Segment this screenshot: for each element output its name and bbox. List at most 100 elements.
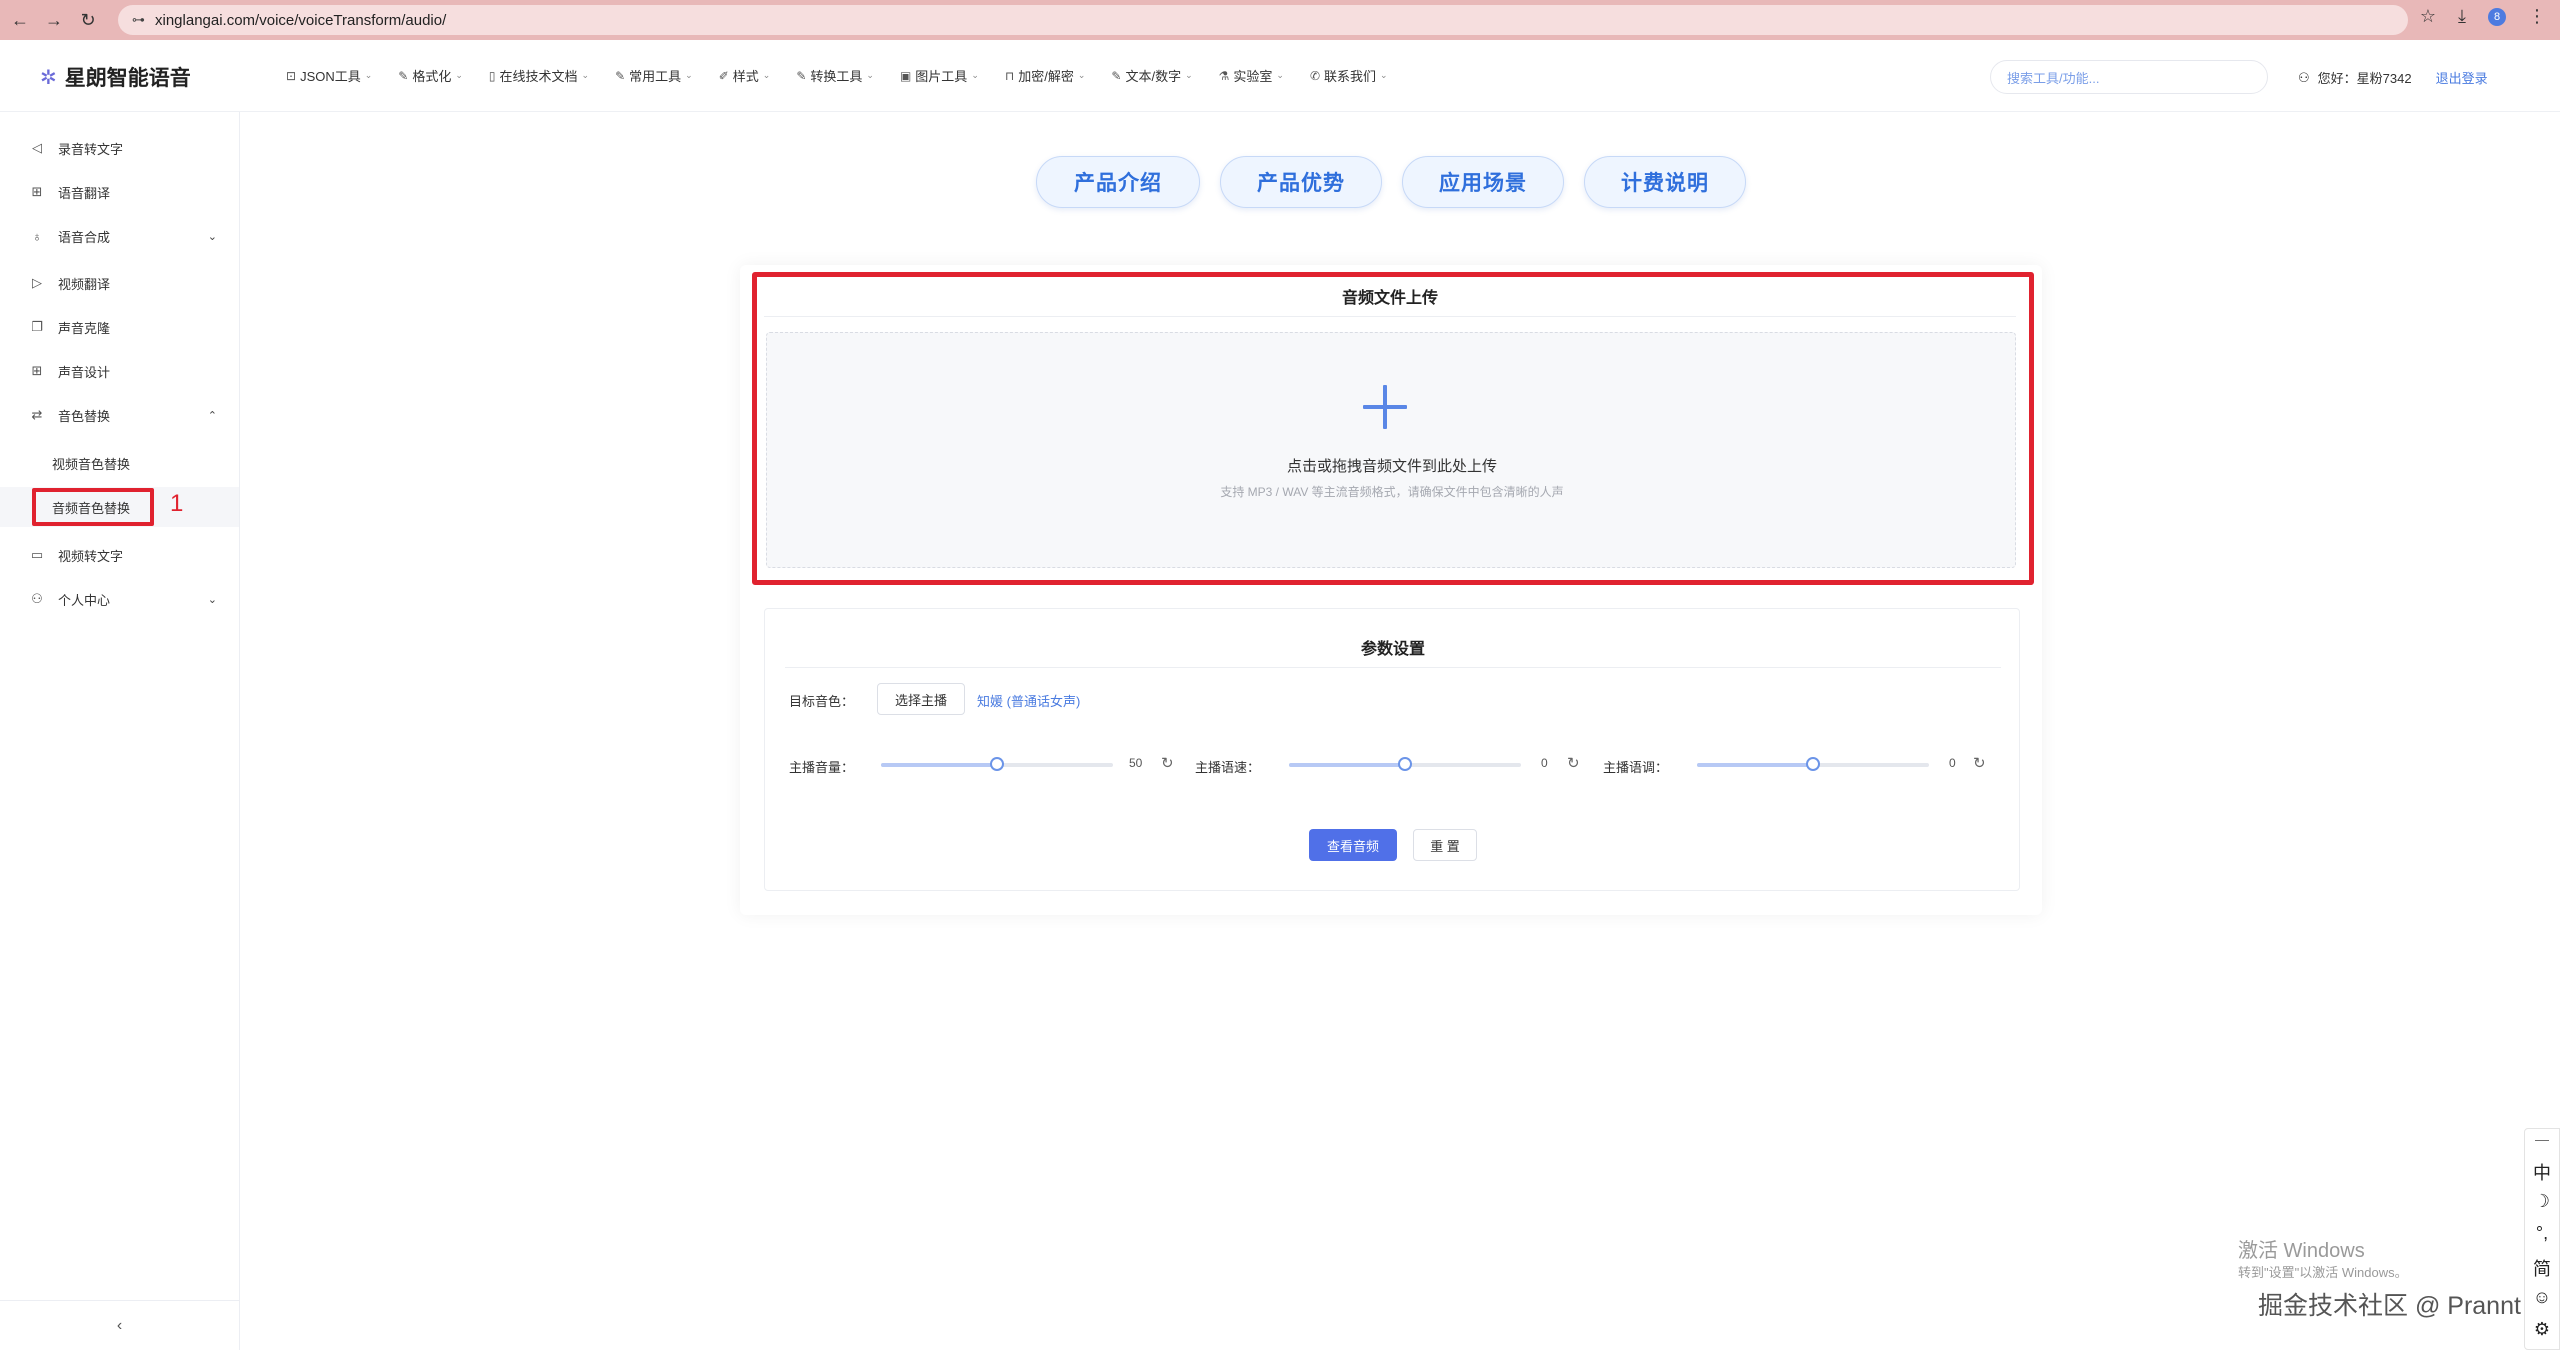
user-icon: ⚇ [2298, 69, 2310, 85]
chevron-down-icon: ⌄ [1276, 70, 1284, 80]
chevron-down-icon: ⌄ [1077, 70, 1086, 80]
chevron-down-icon: ⌄ [581, 70, 590, 80]
volume-reset-icon[interactable]: ↻ [1161, 754, 1174, 772]
sidebar-item-video-to-text[interactable]: ▭ 视频转文字 [0, 535, 239, 575]
copy-icon: ❐ [31, 319, 43, 334]
reload-icon[interactable]: ↻ [74, 6, 102, 34]
logout-link[interactable]: 退出登录 [2436, 68, 2488, 87]
sidebar-item-video-translate[interactable]: ▷ 视频翻译 [0, 263, 239, 303]
pitch-reset-icon[interactable]: ↻ [1973, 754, 1986, 772]
browser-menu-icon[interactable]: ⋮ [2528, 6, 2546, 27]
ime-minimize-icon[interactable]: — [2525, 1131, 2559, 1147]
menu-tech-docs[interactable]: ▯ 在线技术文档 ⌄ [489, 66, 589, 85]
ime-simplified[interactable]: 简 [2525, 1255, 2559, 1281]
speed-reset-icon[interactable]: ↻ [1567, 754, 1580, 772]
chevron-down-icon: ⌄ [1380, 70, 1388, 80]
sidebar-collapse-button[interactable]: ‹ [0, 1300, 239, 1350]
chevron-down-icon: ⌄ [685, 70, 693, 80]
tab-use-cases[interactable]: 应用场景 [1402, 156, 1564, 208]
document-icon: ▯ [488, 68, 496, 83]
windows-activation-title: 激活 Windows [2238, 1240, 2365, 1262]
speaker-icon: ◁ [32, 140, 42, 155]
slider-handle[interactable] [990, 757, 1004, 771]
menu-format[interactable]: ✎ 格式化 ⌄ [398, 66, 463, 85]
chevron-down-icon: ⌄ [207, 593, 217, 606]
translate-icon: ⊞ [31, 184, 43, 199]
edit-icon: ✎ [398, 68, 409, 83]
menu-convert-tools[interactable]: ✎ 转换工具 ⌄ [796, 66, 874, 85]
slider-fill [881, 763, 997, 767]
reset-button[interactable]: 重 置 [1413, 829, 1477, 861]
emoji-icon[interactable]: ☺ [2525, 1287, 2559, 1308]
address-bar[interactable]: ⊶ xinglangai.com/voice/voiceTransform/au… [118, 5, 2408, 35]
site-info-icon[interactable]: ⊶ [132, 12, 145, 28]
image-icon: ▣ [899, 68, 912, 83]
phone-icon: ✆ [1309, 68, 1321, 83]
swap-icon: ⇄ [31, 407, 43, 422]
sidebar-item-recording-to-text[interactable]: ◁ 录音转文字 [0, 128, 239, 168]
annotation-highlight-upload [752, 272, 2034, 585]
bookmark-star-icon[interactable]: ☆ [2420, 6, 2436, 27]
tab-product-intro[interactable]: 产品介绍 [1036, 156, 1200, 208]
edit-icon: ✎ [615, 68, 626, 83]
sidebar-item-voice-translate[interactable]: ⊞ 语音翻译 [0, 172, 239, 212]
url-text: xinglangai.com/voice/voiceTransform/audi… [155, 11, 447, 29]
menu-encrypt[interactable]: ⊓ 加密/解密 ⌄ [1005, 66, 1086, 85]
ime-toolbar: — 中 ☽ °, 简 ☺ ⚙ [2524, 1128, 2560, 1350]
ime-punctuation[interactable]: °, [2525, 1223, 2559, 1244]
sidebar-item-personal-center[interactable]: ⚇ 个人中心 ⌄ [0, 579, 239, 619]
selected-voice-link[interactable]: 知媛 (普通话女声) [977, 691, 1080, 710]
sidebar-item-voice-design[interactable]: ⊞ 声音设计 [0, 351, 239, 391]
speed-slider[interactable] [1289, 757, 1521, 771]
user-greeting: 您好：星粉7342 [2317, 71, 2412, 86]
tab-pricing[interactable]: 计费说明 [1584, 156, 1746, 208]
gear-icon[interactable]: ⚙ [2525, 1319, 2559, 1340]
view-audio-button[interactable]: 查看音频 [1309, 829, 1397, 861]
sidebar-item-speech-synthesis[interactable]: ♁ 语音合成 ⌄ [0, 216, 239, 256]
search-placeholder: 搜索工具/功能... [2007, 70, 2100, 86]
mic-icon: ♁ [32, 228, 42, 244]
volume-label: 主播音量： [789, 760, 855, 775]
speed-label: 主播语速： [1195, 760, 1261, 775]
tab-product-advantages[interactable]: 产品优势 [1220, 156, 1382, 208]
download-icon[interactable]: ⤓ [2458, 6, 2466, 27]
sidebar-item-timbre-replace[interactable]: ⇄ 音色替换 ⌃ [0, 395, 239, 435]
moon-icon[interactable]: ☽ [2525, 1191, 2559, 1212]
menu-image-tools[interactable]: ▣ 图片工具 ⌄ [900, 66, 979, 85]
speed-value: 0 [1541, 756, 1548, 770]
tool-search-input[interactable]: 搜索工具/功能... [1990, 60, 2268, 94]
profile-avatar[interactable]: 8 [2488, 7, 2506, 26]
sidebar-item-voice-clone[interactable]: ❐ 声音克隆 [0, 307, 239, 347]
menu-common-tools[interactable]: ✎ 常用工具 ⌄ [615, 66, 693, 85]
menu-text-number[interactable]: ✎ 文本/数字 ⌄ [1111, 66, 1192, 85]
chevron-down-icon: ⌄ [762, 70, 771, 80]
menu-lab[interactable]: ⚗ 实验室 ⌄ [1219, 66, 1284, 85]
back-icon[interactable]: ← [6, 6, 34, 34]
sidebar-subitem-video-timbre-replace[interactable]: 视频音色替换 [0, 443, 239, 483]
info-tabs: 产品介绍 产品优势 应用场景 计费说明 [1036, 156, 1746, 208]
annotation-highlight-sidebar [32, 488, 154, 526]
slider-fill [1697, 763, 1813, 767]
ime-chinese-mode[interactable]: 中 [2525, 1159, 2559, 1185]
site-logo[interactable]: ✲ 星朗智能语音 [40, 62, 191, 92]
edit-icon: ✎ [1111, 68, 1122, 83]
menu-style[interactable]: ✐ 样式 ⌄ [719, 66, 771, 85]
main-menu: ⊡ JSON工具 ⌄ ✎ 格式化 ⌄ ▯ 在线技术文档 ⌄ ✎ 常用工具 ⌄ ✐ 样式 ⌄ ✎ 转换工… [286, 66, 1414, 85]
annotation-number: 1 [170, 490, 184, 517]
play-icon: ▷ [32, 275, 42, 290]
browser-toolbar: ← → ↻ ⊶ xinglangai.com/voice/voiceTransf… [0, 0, 2560, 40]
sidebar: ◁ 录音转文字 ⊞ 语音翻译 ♁ 语音合成 ⌄ ▷ 视频翻译 ❐ 声音克隆 ⊞ 声音设计 ⇄… [0, 112, 240, 1350]
flask-icon: ⚗ [1218, 68, 1230, 83]
choose-anchor-button[interactable]: 选择主播 [877, 683, 965, 715]
slider-handle[interactable] [1806, 757, 1820, 771]
logo-star-icon: ✲ [40, 66, 57, 89]
forward-icon[interactable]: → [40, 6, 68, 34]
volume-value: 50 [1129, 756, 1143, 770]
menu-contact[interactable]: ✆ 联系我们 ⌄ [1310, 66, 1388, 85]
chevron-down-icon: ⌄ [866, 70, 874, 80]
grid-icon: ⊞ [31, 363, 43, 378]
slider-handle[interactable] [1398, 757, 1412, 771]
volume-slider[interactable] [881, 757, 1113, 771]
pitch-slider[interactable] [1697, 757, 1929, 771]
menu-json-tools[interactable]: ⊡ JSON工具 ⌄ [286, 66, 372, 85]
